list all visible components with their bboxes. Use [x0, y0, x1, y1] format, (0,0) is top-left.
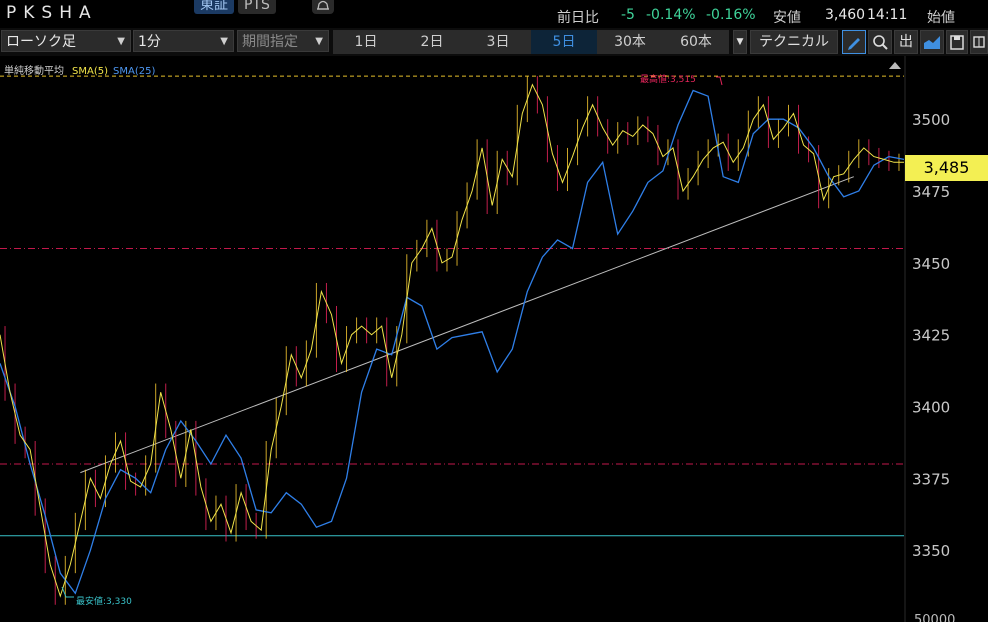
y-tick-label: 3475 [912, 183, 950, 201]
export-icon[interactable]: 出 [894, 30, 918, 54]
period-select[interactable]: 期間指定 ▼ [237, 30, 329, 52]
high-annotation: 最高値:3,515 [640, 73, 696, 85]
y-tick-label: 3350 [912, 542, 950, 560]
chevron-down-icon: ▼ [220, 36, 228, 47]
y-tick-label: 3500 [912, 111, 950, 129]
chevron-down-icon: ▼ [117, 36, 125, 47]
quote-header: PKSHA 東証 PTS 前日比 -5 -0.14% -0.16% 安値 3,4… [0, 0, 988, 28]
range-1d[interactable]: 1日 [333, 30, 399, 54]
interval-select[interactable]: 1分 ▼ [133, 30, 234, 52]
low-value: 3,460 [825, 7, 866, 23]
chart-type-select[interactable]: ローソク足 ▼ [1, 30, 131, 52]
low-label: 安値 [773, 10, 801, 26]
more-dropdown-icon[interactable]: ▼ [733, 30, 747, 54]
volume-axis-label: 50000 [914, 613, 955, 622]
change-percent: -0.14% [646, 7, 696, 23]
grid-icon[interactable] [970, 30, 988, 54]
alert-bell-icon[interactable] [312, 0, 334, 14]
range-5d[interactable]: 5日 [531, 30, 597, 54]
area-chart-icon[interactable] [920, 30, 944, 54]
change-percent-alt: -0.16% [706, 7, 756, 23]
stock-title: PKSHA [6, 3, 98, 23]
period-placeholder: 期間指定 [242, 34, 298, 50]
y-tick-label: 3425 [912, 327, 950, 345]
change-label: 前日比 [557, 10, 599, 26]
price-chart[interactable]: 3350 3375 3400 3425 3450 3475 3500 単純移動平均 SMA(… [0, 56, 988, 622]
chevron-down-icon: ▼ [315, 36, 323, 47]
save-icon[interactable] [946, 30, 968, 54]
legend-sma25: SMA(25) [113, 66, 155, 77]
low-annotation: 最安値:3,330 [76, 595, 132, 607]
y-tick-label: 3450 [912, 255, 950, 273]
chart-type-value: ローソク足 [6, 34, 76, 50]
tab-tosho[interactable]: 東証 [194, 0, 234, 14]
y-tick-label: 3400 [912, 399, 950, 417]
current-price-badge: 3,485 [905, 155, 988, 181]
open-label: 始値 [927, 10, 955, 26]
range-2d[interactable]: 2日 [399, 30, 465, 54]
tab-pts[interactable]: PTS [238, 0, 276, 14]
zoom-icon[interactable] [868, 30, 892, 54]
interval-value: 1分 [138, 34, 161, 50]
change-value: -5 [621, 7, 635, 23]
quote-time: 14:11 [867, 7, 908, 23]
y-tick-label: 3375 [912, 470, 950, 488]
legend-sma5: SMA(5) [72, 66, 108, 77]
pencil-icon[interactable] [842, 30, 866, 54]
range-60bars[interactable]: 60本 [663, 30, 729, 54]
range-3d[interactable]: 3日 [465, 30, 531, 54]
technical-button[interactable]: テクニカル [750, 30, 838, 54]
range-30bars[interactable]: 30本 [597, 30, 663, 54]
legend-title: 単純移動平均 [4, 64, 64, 77]
